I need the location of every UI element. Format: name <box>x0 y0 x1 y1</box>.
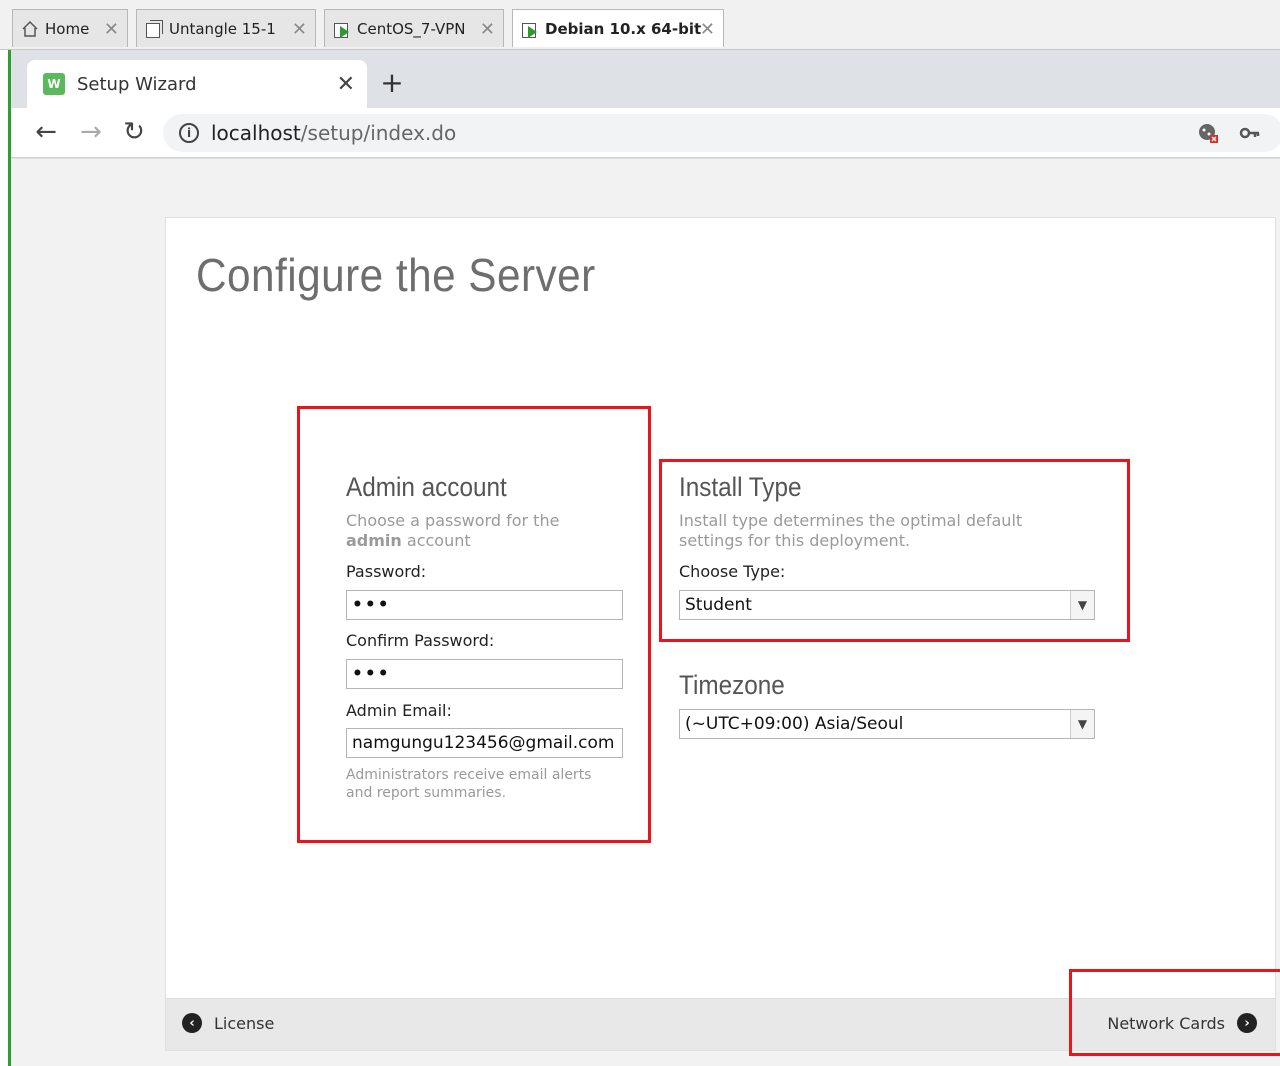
help-text: Administrators receive email alerts <box>346 767 592 783</box>
admin-account-description: Choose a password for the admin account <box>346 511 606 551</box>
untangle-favicon-icon: W <box>43 73 65 95</box>
password-label: Password: <box>346 562 427 581</box>
vm-tab-label: CentOS_7-VPN <box>357 19 466 38</box>
desc-text: account <box>406 531 471 550</box>
help-text: and report summaries. <box>346 785 507 801</box>
confirm-password-label: Confirm Password: <box>346 631 495 650</box>
forward-arrow-icon[interactable]: → <box>76 118 106 146</box>
close-icon[interactable]: ✕ <box>292 19 307 40</box>
blocked-cookie-icon[interactable] <box>1197 122 1219 149</box>
install-type-heading: Install Type <box>679 472 802 502</box>
browser-tab[interactable]: W Setup Wizard ✕ <box>27 60 367 108</box>
timezone-value: (~UTC+09:00) Asia/Seoul <box>685 714 904 734</box>
next-button-label: Network Cards <box>1107 1013 1225 1033</box>
desc-text: Choose a password for the <box>346 511 560 530</box>
chevron-down-icon[interactable]: ▼ <box>1070 591 1094 619</box>
back-button-label: License <box>214 1013 275 1033</box>
vm-tab-centos[interactable]: CentOS_7-VPN ✕ <box>324 9 504 47</box>
page-title: Configure the Server <box>196 249 596 301</box>
page-viewport: Configure the Server Admin account Choos… <box>11 159 1280 1066</box>
url-path: /setup/index.do <box>300 121 457 145</box>
vm-tab-label: Home <box>45 19 90 38</box>
vm-icon <box>145 19 163 38</box>
address-bar[interactable]: i localhost/setup/index.do <box>163 114 1280 152</box>
vm-tab-home[interactable]: Home ✕ <box>12 9 128 47</box>
desc-text: settings for this deployment. <box>679 531 911 550</box>
vm-running-icon <box>333 20 351 38</box>
vm-running-icon <box>521 20 539 38</box>
admin-email-label: Admin Email: <box>346 701 452 720</box>
desc-text: Install type determines the optimal defa… <box>679 511 1023 530</box>
chevron-right-circle-icon: › <box>1237 1013 1257 1033</box>
new-tab-button[interactable]: + <box>377 66 407 99</box>
back-license-button[interactable]: ‹ License <box>182 1013 274 1033</box>
password-input[interactable]: ••• <box>346 590 623 620</box>
back-arrow-icon[interactable]: ← <box>31 118 61 146</box>
admin-account-heading: Admin account <box>346 472 507 502</box>
key-icon[interactable] <box>1239 122 1261 149</box>
info-icon[interactable]: i <box>179 123 199 143</box>
install-type-select[interactable]: Student ▼ <box>679 590 1095 620</box>
confirm-password-input[interactable]: ••• <box>346 659 623 689</box>
choose-type-label: Choose Type: <box>679 562 786 581</box>
admin-email-input[interactable]: namgungu123456@gmail.com <box>346 728 623 758</box>
close-icon[interactable]: ✕ <box>700 19 715 40</box>
chevron-left-circle-icon: ‹ <box>182 1013 202 1033</box>
timezone-select[interactable]: (~UTC+09:00) Asia/Seoul ▼ <box>679 709 1095 739</box>
close-tab-icon[interactable]: ✕ <box>337 72 355 97</box>
install-type-description: Install type determines the optimal defa… <box>679 511 1079 551</box>
vm-tab-strip: Home ✕ Untangle 15-1 ✕ CentOS_7-VPN ✕ De… <box>0 0 1280 50</box>
browser-tab-title: Setup Wizard <box>77 73 197 95</box>
url-host: localhost <box>211 121 301 145</box>
chevron-down-icon[interactable]: ▼ <box>1070 710 1094 738</box>
vm-tab-debian[interactable]: Debian 10.x 64-bit ✕ <box>512 9 724 47</box>
vm-tab-label: Debian 10.x 64-bit <box>545 19 702 38</box>
browser-window: W Setup Wizard ✕ + ← → ↻ i localhost/set… <box>8 50 1280 1066</box>
vm-tab-label: Untangle 15-1 <box>169 19 276 38</box>
home-icon <box>21 20 39 38</box>
next-network-cards-button[interactable]: Network Cards › <box>1107 1013 1257 1033</box>
wizard-footer: ‹ License Network Cards › <box>166 998 1275 1050</box>
admin-email-help: Administrators receive email alerts and … <box>346 766 626 802</box>
close-icon[interactable]: ✕ <box>104 19 119 40</box>
vm-tab-untangle[interactable]: Untangle 15-1 ✕ <box>136 9 316 47</box>
close-icon[interactable]: ✕ <box>480 19 495 40</box>
browser-toolbar: ← → ↻ i localhost/setup/index.do <box>11 108 1280 158</box>
timezone-heading: Timezone <box>679 670 785 700</box>
reload-icon[interactable]: ↻ <box>119 118 149 146</box>
setup-wizard-card: Configure the Server Admin account Choos… <box>165 217 1276 1051</box>
desc-bold-text: admin <box>346 531 402 550</box>
install-type-value: Student <box>685 595 752 615</box>
